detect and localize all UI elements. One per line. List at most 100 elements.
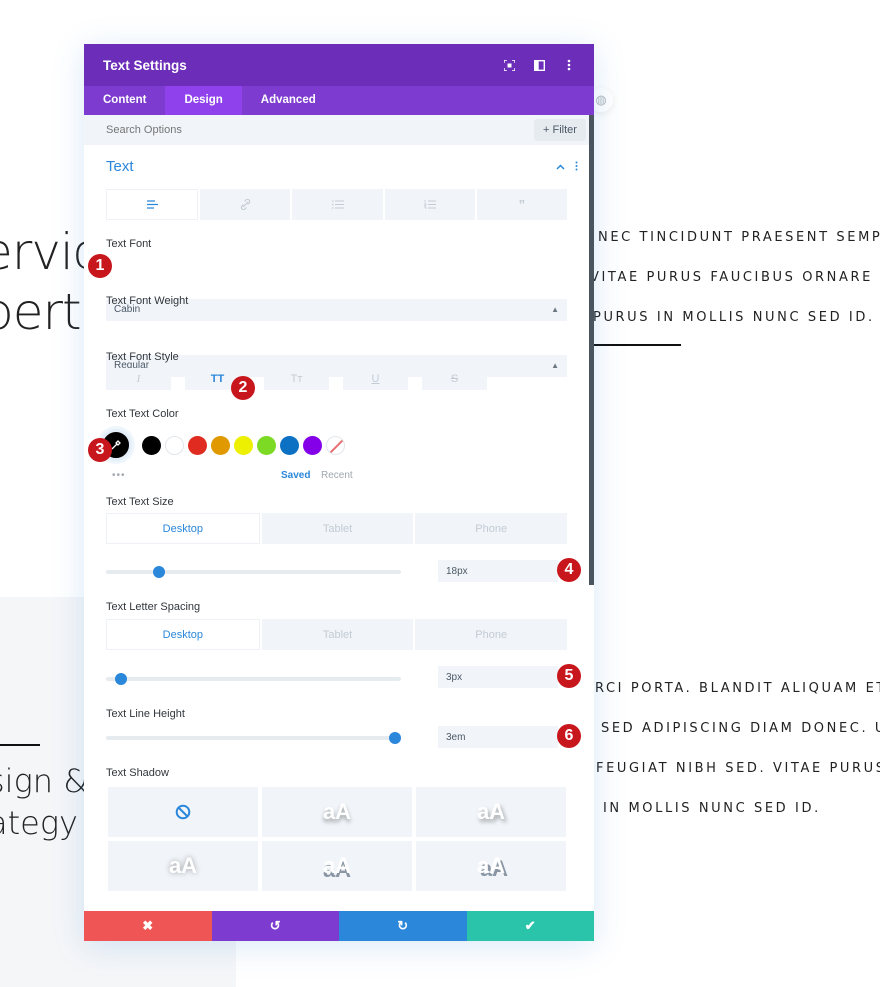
tab-design[interactable]: Design [165, 86, 242, 115]
blockquote-tab[interactable]: ” [476, 189, 568, 220]
slider-thumb[interactable] [114, 673, 127, 685]
redo-icon: ↻ [397, 918, 409, 933]
font-style-buttons: I TT Tт U S [106, 368, 487, 390]
letter-spacing-device-tabs: Desktop Tablet Phone [106, 619, 568, 650]
shadow-preset-1[interactable]: aA [262, 787, 412, 837]
fullscreen-icon[interactable] [503, 59, 515, 71]
annotation-badge: 1 [88, 254, 112, 278]
page-background: ervic pert sign & ategy NEC TINCIDUNT PR… [0, 0, 880, 987]
section-title[interactable]: Text [106, 158, 134, 175]
swatch-white[interactable] [165, 435, 184, 455]
capitalize-button[interactable]: Tт [264, 368, 329, 390]
swatch-purple[interactable] [303, 435, 322, 455]
link-tab[interactable] [200, 189, 291, 220]
text-size-label: Text Text Size [106, 496, 174, 508]
unordered-list-icon [331, 200, 344, 209]
paragraph-line: RCI PORTA. BLANDIT ALIQUAM ETIAM [595, 681, 880, 696]
swatch-orange[interactable] [211, 435, 230, 455]
letter-spacing-slider[interactable] [106, 673, 401, 685]
modal-footer: ✖ ↺ ↻ ✔ [84, 911, 594, 941]
swatch-black[interactable] [142, 435, 161, 455]
text-size-phone-tab[interactable]: Phone [415, 513, 568, 544]
text-size-device-tabs: Desktop Tablet Phone [106, 513, 568, 544]
cancel-button[interactable]: ✖ [84, 911, 212, 941]
checkmark-icon: ✔ [524, 918, 536, 933]
paragraph-line: VITAE PURUS FAUCIBUS ORNARE SUS [590, 270, 880, 285]
ordered-list-tab[interactable] [384, 189, 475, 220]
underline-button[interactable]: U [343, 368, 408, 390]
more-options-icon[interactable] [563, 59, 575, 71]
swatch-blue[interactable] [280, 435, 299, 455]
letter-spacing-tablet-tab[interactable]: Tablet [261, 619, 414, 650]
text-size-desktop-tab[interactable]: Desktop [106, 513, 260, 544]
text-size-input[interactable] [438, 560, 558, 582]
letter-spacing-desktop-tab[interactable]: Desktop [106, 619, 260, 650]
modal-title: Text Settings [103, 57, 187, 73]
capitalize-icon: Tт [290, 373, 303, 385]
split-view-icon[interactable] [533, 59, 545, 71]
underline-icon: U [371, 373, 380, 385]
text-shadow-presets: aA aA aA aA aA [108, 787, 566, 891]
modal-header[interactable]: Text Settings [84, 44, 594, 86]
redo-button[interactable]: ↻ [339, 911, 467, 941]
line-height-slider[interactable] [106, 732, 402, 744]
divider [590, 344, 681, 346]
paragraph-line: PURUS IN MOLLIS NUNC SED ID. [593, 310, 875, 325]
swatch-green[interactable] [257, 435, 276, 455]
search-options-input[interactable] [106, 124, 534, 136]
text-size-slider[interactable] [106, 566, 401, 578]
shadow-preset-5[interactable]: aA [416, 841, 566, 891]
heading-line: sign & [0, 762, 89, 800]
paragraph-line: NEC TINCIDUNT PRAESENT SEMPER [598, 230, 880, 245]
close-icon: ✖ [142, 918, 154, 933]
filter-button[interactable]: + Filter [534, 119, 586, 141]
search-row: + Filter [84, 115, 594, 145]
annotation-badge: 4 [557, 558, 581, 582]
slider-thumb[interactable] [389, 732, 402, 744]
tab-advanced[interactable]: Advanced [242, 86, 335, 115]
text-shadow-label: Text Shadow [106, 767, 169, 779]
more-colors-icon[interactable]: ••• [112, 470, 126, 481]
italic-button[interactable]: I [106, 368, 171, 390]
shadow-preset-3[interactable]: aA [108, 841, 258, 891]
save-button[interactable]: ✔ [466, 911, 594, 941]
text-settings-modal: Text Settings Content Design Advanced + … [84, 44, 594, 941]
chevron-up-icon[interactable] [556, 161, 565, 173]
text-paragraph-tab[interactable] [106, 189, 199, 220]
saved-colors-tab[interactable]: Saved [281, 470, 310, 481]
tab-content[interactable]: Content [84, 86, 165, 115]
line-height-label: Text Line Height [106, 708, 185, 720]
letter-spacing-label: Text Letter Spacing [106, 601, 201, 613]
letter-spacing-phone-tab[interactable]: Phone [415, 619, 568, 650]
recent-colors-tab[interactable]: Recent [321, 470, 353, 481]
slider-thumb[interactable] [153, 566, 166, 578]
line-height-input[interactable] [438, 726, 558, 748]
shadow-none-option[interactable] [108, 787, 258, 837]
modal-tabs: Content Design Advanced [84, 86, 594, 115]
heading-line: ategy [0, 804, 78, 842]
annotation-badge: 3 [88, 438, 112, 462]
undo-button[interactable]: ↺ [211, 911, 339, 941]
scrollbar[interactable] [589, 115, 594, 585]
paragraph-line: FEUGIAT NIBH SED. VITAE PURUS FA [596, 761, 880, 776]
swatch-transparent[interactable] [326, 435, 345, 455]
text-size-tablet-tab[interactable]: Tablet [261, 513, 414, 544]
text-type-tabs: ” [106, 189, 568, 220]
swatch-yellow[interactable] [234, 435, 253, 455]
unordered-list-tab[interactable] [292, 189, 383, 220]
annotation-badge: 6 [557, 724, 581, 748]
letter-spacing-input[interactable] [438, 666, 558, 688]
shadow-preset-2[interactable]: aA [416, 787, 566, 837]
ordered-list-icon [423, 200, 436, 209]
uppercase-icon: TT [210, 373, 225, 385]
text-paragraph-icon [146, 200, 158, 209]
swatch-red[interactable] [188, 435, 207, 455]
background-paragraph-top: NEC TINCIDUNT PRAESENT SEMPER VITAE PURU… [585, 218, 880, 338]
blockquote-icon: ” [518, 197, 526, 212]
strikethrough-button[interactable]: S [422, 368, 487, 390]
section-more-icon[interactable] [575, 161, 578, 174]
annotation-badge: 2 [231, 376, 255, 400]
select-arrows-icon: ▲ [551, 361, 559, 370]
shadow-preset-4[interactable]: aA [262, 841, 412, 891]
paragraph-line: IN MOLLIS NUNC SED ID. [603, 801, 821, 816]
